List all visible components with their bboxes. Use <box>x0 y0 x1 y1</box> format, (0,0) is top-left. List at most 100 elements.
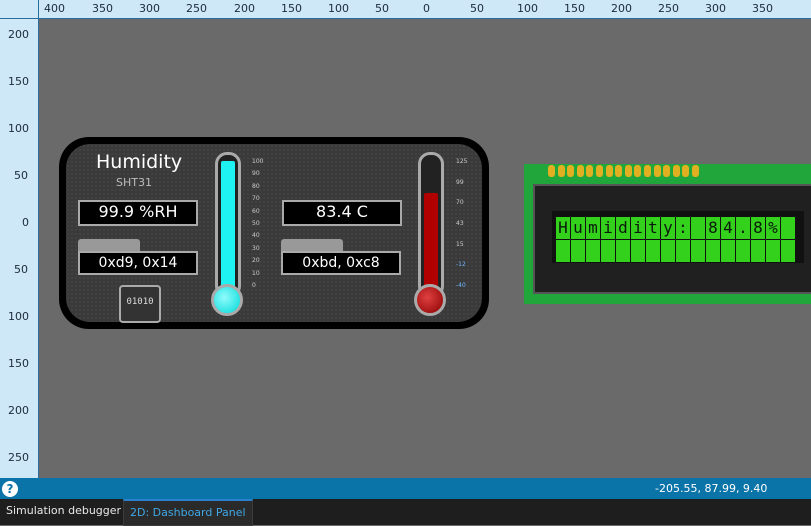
lcd-character-cell <box>676 240 690 262</box>
humidity-hex-display: 0xd9, 0x14 <box>78 251 198 275</box>
scale-tick-label: -40 <box>456 282 466 289</box>
header-pin <box>567 165 575 177</box>
ruler-tick: 100 <box>8 310 29 323</box>
panel-title: Humidity <box>96 151 183 173</box>
ruler-tick: 100 <box>328 2 349 15</box>
scale-tick-label: 80 <box>252 182 260 190</box>
temperature-register-tab <box>281 239 343 251</box>
scale-tick-label: 50 <box>252 220 260 227</box>
ruler-tick: 200 <box>8 404 29 417</box>
lcd-character-cell: t <box>646 217 660 239</box>
ruler-tick: 0 <box>423 2 430 15</box>
panel-subtitle: SHT31 <box>116 176 152 189</box>
ruler-tick: 100 <box>517 2 538 15</box>
tab-dashboard-panel[interactable]: 2D: Dashboard Panel <box>123 499 253 526</box>
scale-tick-label: 43 <box>456 220 464 227</box>
ruler-tick: 400 <box>44 2 65 15</box>
tab-simulation-debugger[interactable]: Simulation debugger <box>0 499 127 523</box>
vertical-ruler: 200 150 100 50 0 50 100 150 200 250 <box>0 18 39 478</box>
scale-tick-label: 0 <box>252 282 256 289</box>
lcd-character-cell: y <box>661 217 675 239</box>
header-pin <box>576 165 584 177</box>
lcd-row-2 <box>556 240 796 262</box>
horizontal-ruler: 400 350 300 250 200 150 100 50 0 50 100 … <box>0 0 811 19</box>
lcd-character-cell <box>661 240 675 262</box>
ruler-tick: 150 <box>8 357 29 370</box>
ruler-tick: 250 <box>8 451 29 464</box>
temperature-value-display: 83.4 C <box>282 200 402 226</box>
scale-tick-label: -12 <box>456 261 466 269</box>
cursor-coordinates: -205.55, 87.99, 9.40 <box>655 482 768 495</box>
bottom-tab-bar: Simulation debugger 2D: Dashboard Panel <box>0 499 811 526</box>
ruler-tick: 50 <box>14 169 28 182</box>
lcd-character-cell: 4 <box>721 217 735 239</box>
lcd-row-1: Humidity: 8 4. 8% <box>556 217 796 239</box>
ruler-tick: 300 <box>705 2 726 15</box>
temperature-hex-display: 0xbd, 0xc8 <box>281 251 401 275</box>
lcd-character-cell <box>691 217 705 239</box>
lcd-character-cell: H <box>556 217 570 239</box>
lcd-character-cell <box>601 240 615 262</box>
lcd-character-cell <box>736 240 750 262</box>
binary-chip-icon: 01010 <box>119 285 161 323</box>
header-pin <box>624 165 632 177</box>
scale-tick-label: 20 <box>252 257 260 265</box>
lcd-character-cell: u <box>571 217 585 239</box>
ruler-tick: 200 <box>611 2 632 15</box>
scale-tick-label: 99 <box>456 178 464 186</box>
lcd-character-cell: d <box>616 217 630 239</box>
ruler-tick: 150 <box>564 2 585 15</box>
lcd-character-cell <box>571 240 585 262</box>
ruler-tick: 350 <box>92 2 113 15</box>
lcd-character-cell <box>706 240 720 262</box>
header-pin <box>605 165 613 177</box>
lcd-character-cell: : <box>676 217 690 239</box>
lcd-character-cell <box>646 240 660 262</box>
humidity-value-display: 99.9 %RH <box>78 200 198 226</box>
lcd-character-cell: 8 <box>751 217 765 239</box>
ruler-tick: 250 <box>186 2 207 15</box>
ruler-tick: 100 <box>8 122 29 135</box>
lcd-character-cell: % <box>766 217 780 239</box>
header-pin <box>663 165 671 177</box>
lcd-character-cell: m <box>586 217 600 239</box>
ruler-corner <box>0 0 39 19</box>
lcd-character-cell <box>781 217 795 239</box>
lcd-character-cell <box>631 240 645 262</box>
header-pin <box>692 165 699 177</box>
ruler-tick: 200 <box>8 28 29 41</box>
ruler-tick: 50 <box>375 2 389 15</box>
lcd-character-cell <box>751 240 765 262</box>
scale-tick-label: 100 <box>252 158 264 165</box>
temperature-gauge-bulb <box>414 284 446 316</box>
header-pin <box>672 165 680 177</box>
header-pin <box>644 165 651 177</box>
scale-tick-label: 30 <box>252 244 260 252</box>
ruler-tick: 200 <box>234 2 255 15</box>
ruler-tick: 150 <box>8 75 29 88</box>
lcd-character-cell: 8 <box>706 217 720 239</box>
lcd-character-cell: i <box>601 217 615 239</box>
ruler-tick: 0 <box>22 216 29 229</box>
header-pin <box>682 165 690 177</box>
help-icon[interactable]: ? <box>2 481 18 497</box>
lcd-character-cell: i <box>631 217 645 239</box>
header-pin <box>548 165 555 177</box>
lcd-character-cell <box>586 240 600 262</box>
lcd-character-cell: . <box>736 217 750 239</box>
scale-tick-label: 125 <box>456 158 468 165</box>
humidity-register-tab <box>78 239 140 251</box>
temperature-gauge-fill <box>424 193 438 290</box>
header-pin <box>596 165 603 177</box>
lcd-character-cell <box>781 240 795 262</box>
scale-tick-label: 40 <box>252 232 260 240</box>
header-pin <box>557 165 565 177</box>
lcd-character-cell <box>691 240 705 262</box>
scale-tick-label: 60 <box>252 207 260 215</box>
header-pin <box>586 165 594 177</box>
ruler-tick: 250 <box>658 2 679 15</box>
scale-tick-label: 90 <box>252 170 260 178</box>
ruler-tick: 50 <box>470 2 484 15</box>
header-pin <box>615 165 623 177</box>
lcd-character-cell <box>766 240 780 262</box>
